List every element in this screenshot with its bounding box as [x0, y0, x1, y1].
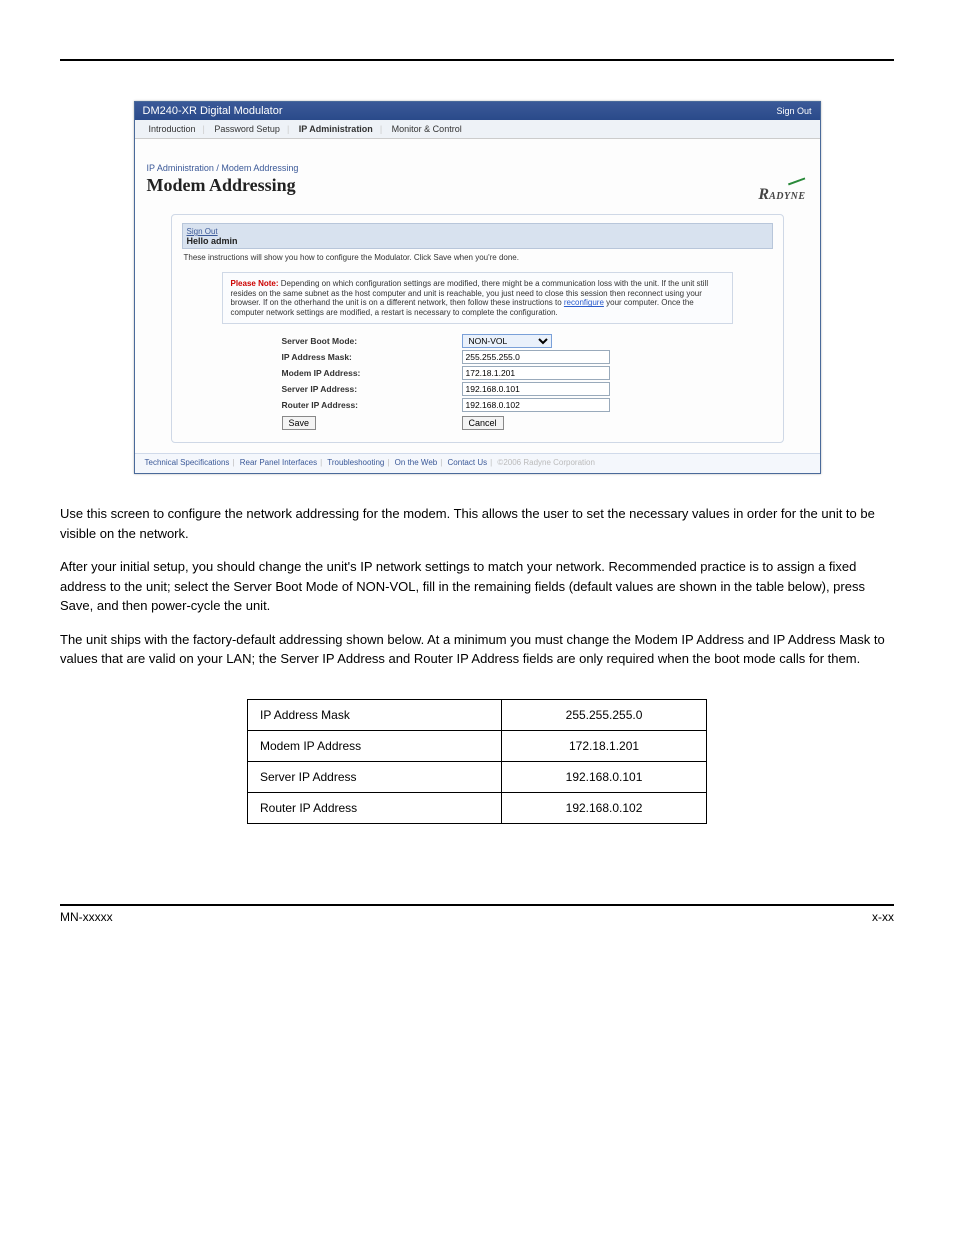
- label-server-boot-mode: Server Boot Mode:: [282, 336, 462, 346]
- instructions-text: These instructions will show you how to …: [182, 249, 773, 268]
- footer-left: MN-xxxxx: [60, 910, 113, 924]
- tab-ip-administration[interactable]: IP Administration: [293, 122, 379, 136]
- cell-value: 192.168.0.101: [502, 761, 707, 792]
- cancel-button[interactable]: Cancel: [462, 416, 504, 430]
- table-row: Modem IP Address 172.18.1.201: [248, 730, 707, 761]
- signout-link[interactable]: Sign Out: [187, 227, 218, 236]
- footer-right: x-xx: [872, 910, 894, 924]
- table-row: Router IP Address 192.168.0.102: [248, 792, 707, 823]
- app-footer-links: Technical Specifications| Rear Panel Int…: [135, 453, 820, 473]
- input-ip-mask[interactable]: [462, 350, 610, 364]
- cell-label: Modem IP Address: [248, 730, 502, 761]
- app-titlebar: DM240-XR Digital Modulator Sign Out: [135, 102, 820, 120]
- input-router-ip[interactable]: [462, 398, 610, 412]
- cell-value: 192.168.0.102: [502, 792, 707, 823]
- brand-logo: RADYNE: [758, 186, 807, 204]
- input-modem-ip[interactable]: [462, 366, 610, 380]
- footer-troubleshooting[interactable]: Troubleshooting: [327, 458, 384, 467]
- body-para-3: The unit ships with the factory-default …: [60, 630, 894, 669]
- page-title: Modem Addressing: [147, 175, 299, 196]
- reconfigure-link[interactable]: reconfigure: [564, 298, 604, 307]
- cell-value: 255.255.255.0: [502, 699, 707, 730]
- footer-copyright: ©2006 Radyne Corporation: [497, 458, 595, 467]
- select-server-boot-mode[interactable]: NON-VOL: [462, 334, 552, 348]
- signout-link-top[interactable]: Sign Out: [776, 106, 811, 116]
- label-router-ip: Router IP Address:: [282, 400, 462, 410]
- breadcrumb[interactable]: IP Administration / Modem Addressing: [147, 163, 299, 173]
- embedded-screenshot: DM240-XR Digital Modulator Sign Out Intr…: [134, 101, 821, 474]
- tab-bar: Introduction| Password Setup| IP Adminis…: [135, 120, 820, 139]
- table-row: Server IP Address 192.168.0.101: [248, 761, 707, 792]
- cell-label: Router IP Address: [248, 792, 502, 823]
- page-footer: MN-xxxxx x-xx: [60, 904, 894, 924]
- tab-password-setup[interactable]: Password Setup: [208, 122, 286, 136]
- table-row: IP Address Mask 255.255.255.0: [248, 699, 707, 730]
- greeting-text: Hello admin: [187, 236, 238, 246]
- cell-value: 172.18.1.201: [502, 730, 707, 761]
- footer-on-web[interactable]: On the Web: [395, 458, 438, 467]
- note-label: Please Note:: [231, 279, 279, 288]
- input-server-ip[interactable]: [462, 382, 610, 396]
- document-body: Use this screen to configure the network…: [60, 504, 894, 669]
- app-title: DM240-XR Digital Modulator: [143, 105, 283, 117]
- save-button[interactable]: Save: [282, 416, 317, 430]
- cell-label: Server IP Address: [248, 761, 502, 792]
- tab-monitor-control[interactable]: Monitor & Control: [386, 122, 468, 136]
- body-para-1: Use this screen to configure the network…: [60, 504, 894, 543]
- body-para-2: After your initial setup, you should cha…: [60, 557, 894, 616]
- footer-tech-specs[interactable]: Technical Specifications: [145, 458, 230, 467]
- cell-label: IP Address Mask: [248, 699, 502, 730]
- hello-bar: Sign Out Hello admin: [182, 223, 773, 249]
- defaults-table: IP Address Mask 255.255.255.0 Modem IP A…: [247, 699, 707, 824]
- config-panel: Sign Out Hello admin These instructions …: [171, 214, 784, 443]
- label-server-ip: Server IP Address:: [282, 384, 462, 394]
- page-header: User Interfaces Revision X: [60, 40, 894, 61]
- warning-note: Please Note: Depending on which configur…: [222, 272, 733, 324]
- label-modem-ip: Modem IP Address:: [282, 368, 462, 378]
- footer-contact[interactable]: Contact Us: [448, 458, 488, 467]
- footer-rear-panel[interactable]: Rear Panel Interfaces: [240, 458, 317, 467]
- label-ip-mask: IP Address Mask:: [282, 352, 462, 362]
- tab-introduction[interactable]: Introduction: [143, 122, 202, 136]
